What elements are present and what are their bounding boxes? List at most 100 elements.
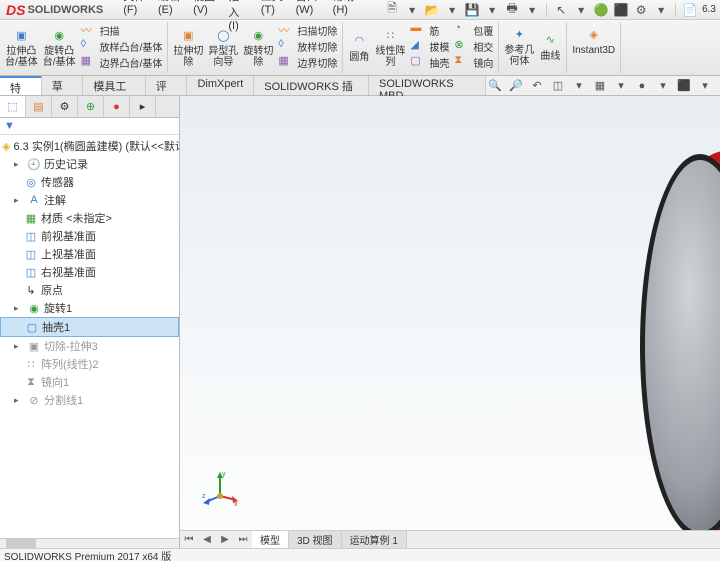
tab-mbd[interactable]: SOLIDWORKS MBD	[369, 76, 486, 95]
tab-mold[interactable]: 模具工具	[83, 76, 145, 95]
print-icon[interactable]: 🖶	[504, 2, 520, 18]
dropdown-icon[interactable]: ▾	[653, 2, 669, 18]
tab-feature[interactable]: 特征	[0, 76, 42, 95]
revolve-button[interactable]: ◉旋转凸台/基体	[41, 23, 78, 69]
curves-button[interactable]: ∿曲线	[537, 28, 563, 63]
wrap-button[interactable]: ◔包覆	[452, 22, 495, 38]
horizontal-scrollbar[interactable]	[0, 538, 179, 548]
panel-tab-dimxpert[interactable]: ⊕	[78, 96, 104, 117]
shell-feature-icon: ▢	[25, 320, 39, 334]
doc-icon: 📄	[682, 2, 698, 18]
separator	[675, 3, 676, 17]
tab-dimxpert[interactable]: DimXpert	[187, 76, 254, 95]
panel-tab-config[interactable]: ⚙	[52, 96, 78, 117]
rib-button[interactable]: ▬筋	[408, 22, 451, 38]
panel-tab-feature-tree[interactable]: ⬚	[0, 96, 26, 117]
cursor-icon[interactable]: ↖	[553, 2, 569, 18]
cut-boundary-button[interactable]: ▦边界切除	[276, 54, 339, 70]
draft-button[interactable]: ◢拔模	[408, 38, 451, 54]
intersect-button[interactable]: ⊗相交	[452, 38, 495, 54]
sweep-button[interactable]: 〰扫描	[79, 22, 165, 38]
tree-root[interactable]: ◈6.3 实例1(椭圆盖建模) (默认<<默认>_显	[0, 137, 179, 155]
dropdown-icon[interactable]: ▾	[484, 2, 500, 18]
tab-evaluate[interactable]: 评估	[146, 76, 188, 95]
cut-revolve-button[interactable]: ◉旋转切除	[241, 23, 275, 69]
extrude-button[interactable]: ▣拉伸凸台/基体	[3, 23, 40, 69]
hide-show-icon[interactable]: ▾	[612, 77, 630, 95]
vp-nav-last[interactable]: ⏭	[234, 531, 252, 548]
boundary-button[interactable]: ▦边界凸台/基体	[79, 54, 165, 70]
orientation-triad[interactable]: y x z	[200, 468, 240, 508]
tree-sensors[interactable]: ◎传感器	[0, 173, 179, 191]
tree-history[interactable]: ▸🕘历史记录	[0, 155, 179, 173]
tree-front-plane[interactable]: ◫前视基准面	[0, 227, 179, 245]
tree-cutext3[interactable]: ▸▣切除-拉伸3	[0, 337, 179, 355]
dropdown-icon[interactable]: ▾	[573, 2, 589, 18]
zoom-fit-icon[interactable]: 🔍	[486, 77, 504, 95]
vp-nav-first[interactable]: ⏮	[180, 531, 198, 548]
open-icon[interactable]: 📂	[424, 2, 440, 18]
cut-loft-button[interactable]: ◊放样切除	[276, 38, 339, 54]
settings-icon[interactable]: ⚙	[633, 2, 649, 18]
pattern-button[interactable]: ∷线性阵列	[373, 23, 407, 69]
tree-filter[interactable]: ▼	[0, 118, 179, 135]
vp-nav-prev[interactable]: ◀	[198, 531, 216, 548]
tree-mirror1[interactable]: ⧗镜向1	[0, 373, 179, 391]
cut-sweep-button[interactable]: 〰扫描切除	[276, 22, 339, 38]
tree-origin[interactable]: ↳原点	[0, 281, 179, 299]
instant3d-button[interactable]: ◈Instant3D	[570, 22, 617, 57]
section-view-icon[interactable]: ◫	[549, 77, 567, 95]
zoom-area-icon[interactable]: 🔎	[507, 77, 525, 95]
tree-revolve1[interactable]: ▸◉旋转1	[0, 299, 179, 317]
rebuild-icon[interactable]: 🟢	[593, 2, 609, 18]
tree-material[interactable]: ▦材质 <未指定>	[0, 209, 179, 227]
prev-view-icon[interactable]: ↶	[528, 77, 546, 95]
refgeo-button[interactable]: ✦参考几何体	[502, 22, 536, 68]
loft-button[interactable]: ◊放样凸台/基体	[79, 38, 165, 54]
panel-tab-display[interactable]: ●	[104, 96, 130, 117]
tree-linpat2[interactable]: ∷阵列(线性)2	[0, 355, 179, 373]
panel-tab-expand[interactable]: ▸	[130, 96, 156, 117]
tree-annotations[interactable]: ▸A注解	[0, 191, 179, 209]
feature-manager-panel: ⬚ ▤ ⚙ ⊕ ● ▸ ▼ ◈6.3 实例1(椭圆盖建模) (默认<<默认>_显…	[0, 96, 180, 548]
new-icon[interactable]: 🗎	[384, 2, 400, 18]
cut-extrude-button[interactable]: ▣拉伸切除	[171, 23, 205, 69]
display-style-icon[interactable]: ▦	[591, 77, 609, 95]
shell-button[interactable]: ▢抽壳	[408, 54, 451, 70]
cut-sweep-icon: 〰	[278, 22, 294, 38]
tab-addins[interactable]: SOLIDWORKS 插件	[254, 76, 369, 95]
appearance-icon[interactable]: ●	[633, 77, 651, 95]
vp-tab-3dview[interactable]: 3D 视图	[289, 531, 342, 548]
tree-label: 历史记录	[44, 156, 88, 172]
extrude-icon: ▣	[10, 24, 32, 46]
view-settings-icon[interactable]: ⬛	[675, 77, 693, 95]
scene-icon[interactable]: ▾	[654, 77, 672, 95]
mirror-button[interactable]: ⧗镜向	[452, 54, 495, 70]
dropdown-icon[interactable]: ▾	[404, 2, 420, 18]
fillet-icon: ◠	[348, 30, 370, 52]
tree-split1[interactable]: ▸⊘分割线1	[0, 391, 179, 409]
hole-wizard-button[interactable]: ◯异型孔向导	[206, 23, 240, 69]
save-icon[interactable]: 💾	[464, 2, 480, 18]
vp-tab-model[interactable]: 模型	[252, 531, 289, 548]
pattern-feature-icon: ∷	[24, 357, 38, 371]
rib-icon: ▬	[410, 22, 426, 38]
tree-top-plane[interactable]: ◫上视基准面	[0, 245, 179, 263]
dropdown-icon[interactable]: ▾	[524, 2, 540, 18]
view-orient-icon[interactable]: ▾	[570, 77, 588, 95]
panel-tab-property[interactable]: ▤	[26, 96, 52, 117]
refgeo-icon: ✦	[508, 23, 530, 45]
tab-sketch[interactable]: 草图	[42, 76, 84, 95]
graphics-viewport[interactable]: y x z ⏮ ◀ ▶ ⏭ 模型 3D 视图 运动算例 1	[180, 96, 720, 548]
tree-shell1[interactable]: ▢抽壳1	[0, 317, 179, 337]
dropdown-icon[interactable]: ▾	[444, 2, 460, 18]
fillet-button[interactable]: ◠圆角	[346, 29, 372, 64]
part-icon: ◈	[2, 139, 10, 153]
vp-tab-motion[interactable]: 运动算例 1	[342, 531, 407, 548]
dropdown-icon[interactable]: ▾	[696, 77, 714, 95]
tree-right-plane[interactable]: ◫右视基准面	[0, 263, 179, 281]
tree-label: 上视基准面	[41, 246, 96, 262]
mirror-feature-icon: ⧗	[24, 375, 38, 389]
vp-nav-next[interactable]: ▶	[216, 531, 234, 548]
options-icon[interactable]: ⬛	[613, 2, 629, 18]
